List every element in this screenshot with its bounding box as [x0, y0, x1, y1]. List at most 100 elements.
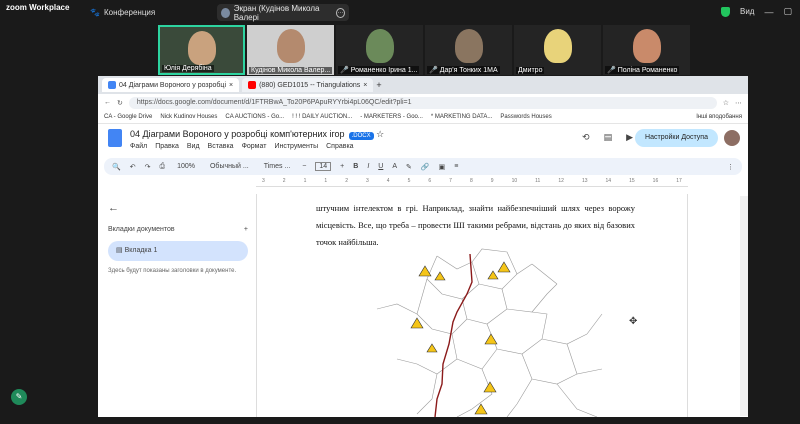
underline-icon[interactable]: U: [378, 163, 383, 170]
increase-size-icon[interactable]: +: [340, 163, 344, 170]
video-call-icon[interactable]: ▶: [626, 132, 633, 143]
document-page[interactable]: штучним інтелектом в грі. Наприклад, зна…: [256, 194, 688, 417]
bold-icon[interactable]: B: [353, 163, 358, 170]
document-tab-1[interactable]: ▤ Вкладка 1: [108, 241, 248, 261]
star-icon[interactable]: ☆: [723, 99, 729, 107]
history-icon[interactable]: ⟲: [582, 132, 590, 143]
bookmark-item[interactable]: Passwords Houses: [500, 114, 551, 120]
italic-icon[interactable]: I: [367, 163, 369, 170]
menu-tools[interactable]: Инструменты: [274, 143, 318, 150]
search-icon[interactable]: 🔍: [112, 163, 121, 171]
bookmark-item[interactable]: CA - Google Drive: [104, 114, 152, 120]
more-icon[interactable]: ···: [336, 7, 345, 18]
conference-label: Конференция: [103, 8, 156, 17]
view-label[interactable]: Вид: [740, 7, 754, 16]
bookmark-item[interactable]: Nick Kudinov Houses: [160, 114, 217, 120]
participant-tile[interactable]: 🎤 Дар'я Тонких 1МА: [425, 25, 512, 75]
bookmark-item[interactable]: - MARKETERS - Goo...: [360, 114, 423, 120]
close-icon[interactable]: ×: [363, 82, 367, 89]
participant-avatar: [632, 29, 661, 63]
menu-edit[interactable]: Правка: [155, 143, 179, 150]
link-icon[interactable]: 🔗: [421, 163, 430, 171]
top-right-controls: Вид — ▢: [721, 6, 792, 17]
zoom-select[interactable]: 100%: [174, 163, 198, 170]
more-icon[interactable]: ⋮: [727, 163, 734, 171]
bookmark-item[interactable]: * MARKETING DATA...: [431, 114, 492, 120]
zoom-top-bar: zoom Workplace 🐾 Конференция Экран (Куді…: [0, 0, 800, 25]
participant-avatar: [543, 29, 572, 63]
decrease-size-icon[interactable]: −: [302, 163, 306, 170]
minimize-icon[interactable]: —: [764, 7, 773, 17]
redo-icon[interactable]: ↷: [145, 163, 151, 171]
participant-name: Юлія Дерябіна: [162, 65, 214, 72]
scrollbar[interactable]: [740, 196, 748, 416]
share-label: Экран (Кудінов Микола Валері: [233, 3, 320, 22]
participant-tile[interactable]: Дмитро: [514, 25, 601, 75]
annotate-icon[interactable]: ✎: [11, 389, 27, 405]
menu-insert[interactable]: Вставка: [208, 143, 234, 150]
reload-icon[interactable]: ↻: [117, 99, 123, 107]
bookmark-item[interactable]: Інші вподобання: [696, 114, 742, 120]
participant-tile[interactable]: 🎤 Поліна Романенко: [603, 25, 690, 75]
docs-toolbar: 🔍 ↶ ↷ ⎙ 100% Обычный ... Times ... − 14 …: [104, 158, 742, 175]
conference-menu[interactable]: 🐾 Конференция: [90, 8, 155, 17]
participant-name: 🎤 Романенко Ірина 1...: [338, 66, 420, 74]
document-title[interactable]: 04 Діаграми Вороного у розробці комп'юте…: [130, 129, 384, 140]
participant-video: [276, 29, 305, 63]
participant-tile[interactable]: Кудінов Микола Валер...: [247, 25, 334, 75]
back-arrow-icon[interactable]: ←: [108, 202, 248, 214]
image-icon[interactable]: ▣: [439, 163, 446, 171]
menu-file[interactable]: Файл: [130, 143, 147, 150]
outline-hint: Здесь будут показаны заголовки в докумен…: [108, 268, 237, 274]
avatar[interactable]: [724, 130, 740, 146]
font-select[interactable]: Times ...: [261, 163, 294, 170]
browser-tab[interactable]: (880) GED1015 -- Triangulations ×: [242, 78, 374, 92]
comment-icon[interactable]: ▤: [604, 132, 613, 143]
browser-tab[interactable]: 04 Діаграми Вороного у розробці ×: [102, 78, 240, 92]
zoom-logo: zoom Workplace: [6, 3, 70, 12]
participant-tile[interactable]: Юлія Дерябіна: [158, 25, 245, 75]
url-input[interactable]: https://docs.google.com/document/d/1FTRB…: [128, 96, 717, 109]
avatar: [221, 7, 230, 18]
participant-tile[interactable]: 🎤 Романенко Ірина 1...: [336, 25, 423, 75]
menu-view[interactable]: Вид: [187, 143, 200, 150]
add-tab-icon[interactable]: +: [244, 226, 248, 233]
close-icon[interactable]: ×: [229, 82, 233, 89]
shield-icon[interactable]: [721, 6, 730, 17]
browser-tab-bar: 04 Діаграми Вороного у розробці × (880) …: [98, 76, 748, 94]
star-icon[interactable]: ☆: [376, 129, 384, 139]
highlight-icon[interactable]: ✎: [406, 163, 412, 171]
docs-icon: [108, 81, 116, 89]
tab-icon: ▤: [116, 247, 125, 254]
font-size-input[interactable]: 14: [315, 162, 332, 171]
print-icon[interactable]: ⎙: [159, 163, 165, 171]
new-tab-icon[interactable]: +: [376, 80, 381, 90]
move-cursor-icon: ✥: [629, 316, 638, 327]
screen-share-indicator[interactable]: Экран (Кудінов Микола Валері ···: [217, 3, 349, 22]
paw-icon: 🐾: [90, 8, 100, 17]
menu-icon[interactable]: ⋯: [735, 99, 742, 107]
back-icon[interactable]: ←: [104, 99, 111, 106]
docx-badge: .DOCX: [348, 132, 374, 140]
shared-browser-window: 04 Діаграми Вороного у розробці × (880) …: [98, 76, 748, 417]
share-settings-button[interactable]: Настройки Доступа: [635, 129, 718, 147]
menu-format[interactable]: Формат: [242, 143, 267, 150]
mic-muted-icon: 🎤: [429, 67, 438, 74]
bookmark-item[interactable]: CA AUCTIONS - Go...: [225, 114, 284, 120]
header-icons: ⟲ ▤ ▶: [582, 132, 633, 143]
bookmark-item[interactable]: ! ! ! DAILY AUCTION...: [292, 114, 352, 120]
maximize-icon[interactable]: ▢: [783, 6, 792, 17]
ruler[interactable]: 3 2 1 1 2 3 4 5 6 7 8 9 10 11 12 13 14 15 16 17: [256, 175, 688, 187]
docs-logo-icon[interactable]: [108, 129, 122, 147]
text-color-icon[interactable]: A: [392, 163, 397, 170]
style-select[interactable]: Обычный ...: [207, 163, 252, 170]
document-tabs-heading: Вкладки документов +: [108, 226, 248, 233]
undo-icon[interactable]: ↶: [130, 163, 136, 171]
youtube-icon: [248, 81, 257, 89]
tab-label: (880) GED1015 -- Triangulations: [259, 81, 361, 89]
align-icon[interactable]: ≡: [454, 163, 458, 170]
docs-menu-bar: Файл Правка Вид Вставка Формат Инструмен…: [130, 143, 354, 150]
participant-name: 🎤 Дар'я Тонких 1МА: [427, 66, 500, 74]
menu-help[interactable]: Справка: [326, 143, 353, 150]
tab-label: 04 Діаграми Вороного у розробці: [119, 81, 226, 89]
